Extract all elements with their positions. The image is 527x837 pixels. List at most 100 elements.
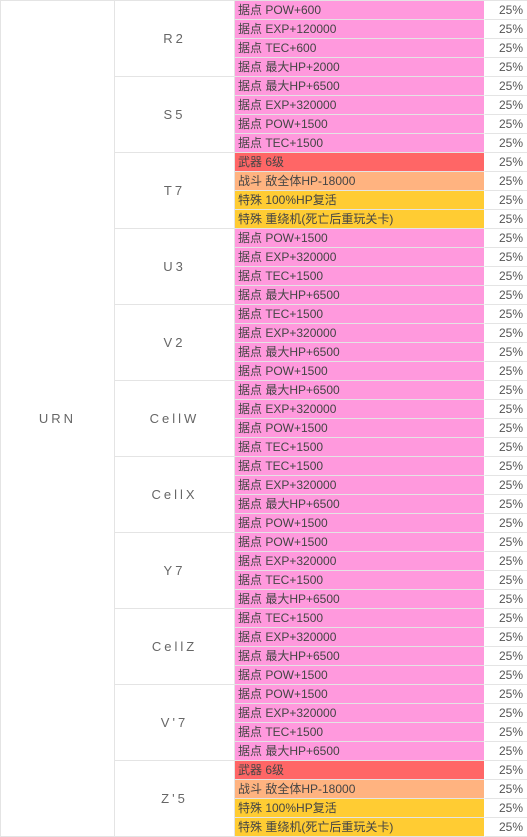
desc-cell: 据点 最大HP+6500 [235, 742, 485, 761]
desc-cell: 据点 POW+600 [235, 1, 485, 20]
pct-cell: 25% [485, 704, 527, 723]
code-cell: V2 [115, 305, 235, 381]
desc-cell: 据点 TEC+1500 [235, 609, 485, 628]
pct-cell: 25% [485, 286, 527, 305]
pct-cell: 25% [485, 647, 527, 666]
desc-cell: 武器 6级 [235, 761, 485, 780]
pct-cell: 25% [485, 229, 527, 248]
code-cell: U3 [115, 229, 235, 305]
desc-cell: 据点 POW+1500 [235, 115, 485, 134]
desc-cell: 据点 POW+1500 [235, 419, 485, 438]
desc-cell: 据点 TEC+1500 [235, 723, 485, 742]
pct-cell: 25% [485, 780, 527, 799]
desc-cell: 据点 EXP+320000 [235, 552, 485, 571]
pct-cell: 25% [485, 571, 527, 590]
pct-cell: 25% [485, 438, 527, 457]
pct-cell: 25% [485, 476, 527, 495]
desc-cell: 据点 最大HP+6500 [235, 343, 485, 362]
desc-cell: 据点 TEC+600 [235, 39, 485, 58]
pct-cell: 25% [485, 685, 527, 704]
pct-cell: 25% [485, 552, 527, 571]
desc-cell: 据点 最大HP+6500 [235, 381, 485, 400]
desc-cell: 据点 EXP+320000 [235, 704, 485, 723]
desc-cell: 据点 EXP+320000 [235, 248, 485, 267]
desc-cell: 据点 TEC+1500 [235, 134, 485, 153]
pct-cell: 25% [485, 77, 527, 96]
pct-cell: 25% [485, 115, 527, 134]
desc-cell: 据点 TEC+1500 [235, 267, 485, 286]
pct-cell: 25% [485, 153, 527, 172]
desc-cell: 据点 TEC+1500 [235, 305, 485, 324]
pct-cell: 25% [485, 39, 527, 58]
pct-cell: 25% [485, 324, 527, 343]
desc-cell: 据点 EXP+320000 [235, 96, 485, 115]
pct-cell: 25% [485, 267, 527, 286]
code-cell: CellZ [115, 609, 235, 685]
desc-cell: 据点 POW+1500 [235, 533, 485, 552]
pct-cell: 25% [485, 248, 527, 267]
desc-cell: 据点 POW+1500 [235, 514, 485, 533]
pct-cell: 25% [485, 343, 527, 362]
code-cell: CellX [115, 457, 235, 533]
pct-cell: 25% [485, 742, 527, 761]
code-cell: V'7 [115, 685, 235, 761]
desc-cell: 据点 EXP+320000 [235, 476, 485, 495]
pct-cell: 25% [485, 210, 527, 229]
code-cell: CellW [115, 381, 235, 457]
pct-cell: 25% [485, 191, 527, 210]
pct-cell: 25% [485, 20, 527, 39]
desc-cell: 据点 POW+1500 [235, 666, 485, 685]
pct-cell: 25% [485, 96, 527, 115]
desc-cell: 特殊 重绕机(死亡后重玩关卡) [235, 818, 485, 837]
desc-cell: 据点 TEC+1500 [235, 571, 485, 590]
pct-cell: 25% [485, 1, 527, 20]
pct-cell: 25% [485, 495, 527, 514]
desc-cell: 据点 POW+1500 [235, 229, 485, 248]
desc-cell: 特殊 100%HP复活 [235, 191, 485, 210]
pct-cell: 25% [485, 723, 527, 742]
desc-cell: 据点 最大HP+6500 [235, 77, 485, 96]
desc-cell: 战斗 敌全体HP-18000 [235, 780, 485, 799]
desc-cell: 据点 EXP+320000 [235, 400, 485, 419]
desc-cell: 据点 TEC+1500 [235, 438, 485, 457]
code-cell: R2 [115, 1, 235, 77]
pct-cell: 25% [485, 590, 527, 609]
category-cell: URN [0, 1, 115, 837]
pct-cell: 25% [485, 172, 527, 191]
desc-cell: 据点 最大HP+6500 [235, 495, 485, 514]
desc-cell: 战斗 敌全体HP-18000 [235, 172, 485, 191]
desc-cell: 据点 EXP+320000 [235, 628, 485, 647]
pct-cell: 25% [485, 134, 527, 153]
pct-cell: 25% [485, 381, 527, 400]
pct-cell: 25% [485, 362, 527, 381]
desc-cell: 据点 最大HP+6500 [235, 590, 485, 609]
pct-cell: 25% [485, 400, 527, 419]
pct-cell: 25% [485, 799, 527, 818]
desc-cell: 特殊 重绕机(死亡后重玩关卡) [235, 210, 485, 229]
desc-cell: 特殊 100%HP复活 [235, 799, 485, 818]
pct-cell: 25% [485, 533, 527, 552]
desc-cell: 据点 最大HP+6500 [235, 647, 485, 666]
desc-cell: 据点 EXP+120000 [235, 20, 485, 39]
code-cell: S5 [115, 77, 235, 153]
desc-cell: 据点 TEC+1500 [235, 457, 485, 476]
pct-cell: 25% [485, 666, 527, 685]
pct-cell: 25% [485, 419, 527, 438]
desc-cell: 据点 最大HP+2000 [235, 58, 485, 77]
code-cell: Y7 [115, 533, 235, 609]
drop-table: URNR2据点 POW+60025%据点 EXP+12000025%据点 TEC… [0, 0, 527, 837]
pct-cell: 25% [485, 457, 527, 476]
pct-cell: 25% [485, 761, 527, 780]
desc-cell: 据点 POW+1500 [235, 685, 485, 704]
code-cell: Z'5 [115, 761, 235, 837]
desc-cell: 据点 最大HP+6500 [235, 286, 485, 305]
code-cell: T7 [115, 153, 235, 229]
pct-cell: 25% [485, 818, 527, 837]
pct-cell: 25% [485, 305, 527, 324]
desc-cell: 武器 6级 [235, 153, 485, 172]
pct-cell: 25% [485, 514, 527, 533]
desc-cell: 据点 POW+1500 [235, 362, 485, 381]
desc-cell: 据点 EXP+320000 [235, 324, 485, 343]
pct-cell: 25% [485, 58, 527, 77]
pct-cell: 25% [485, 628, 527, 647]
